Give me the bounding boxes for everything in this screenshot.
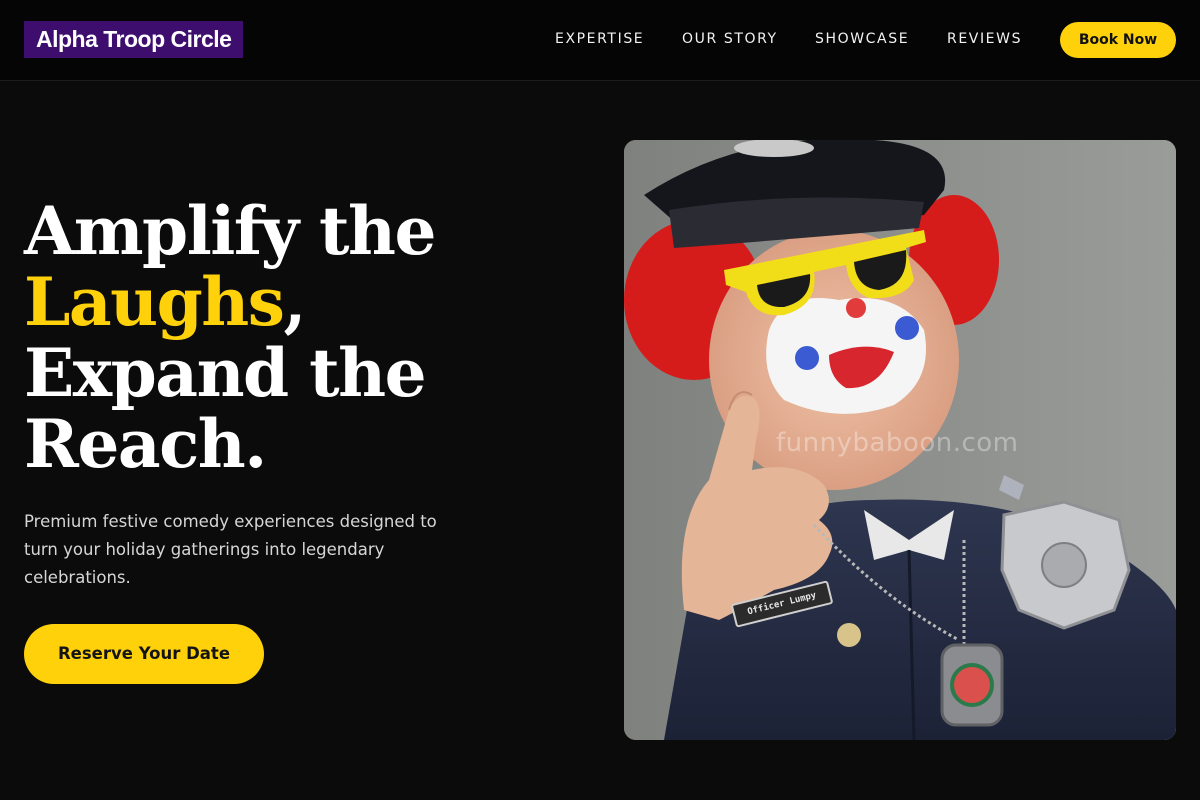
hero-title-line-4: Reach.: [24, 405, 267, 483]
book-now-button[interactable]: Book Now: [1060, 22, 1176, 58]
blue-cheek-dot: [795, 346, 819, 370]
hero-title-line-3: Expand the: [24, 334, 427, 412]
nav-link-reviews[interactable]: REVIEWS: [947, 30, 1022, 48]
nav-link-showcase[interactable]: SHOWCASE: [815, 30, 909, 48]
clown-nose: [846, 298, 866, 318]
nav-link-expertise[interactable]: EXPERTISE: [555, 30, 644, 48]
reserve-date-button[interactable]: Reserve Your Date: [24, 624, 264, 684]
hero-subtitle: Premium festive comedy experiences desig…: [24, 512, 437, 587]
brand-logo[interactable]: Alpha Troop Circle: [24, 21, 244, 58]
hero-photo: funnybaboon.com Officer Lumpy: [624, 140, 1176, 740]
uniform-pin: [837, 623, 861, 647]
photo-watermark: funnybaboon.com: [776, 428, 1019, 458]
hero-title-comma: ,: [283, 263, 306, 341]
top-navigation-bar: Alpha Troop Circle EXPERTISE OUR STORY S…: [0, 0, 1200, 81]
hero-title: Amplify the Laughs, Expand the Reach.: [24, 196, 584, 480]
blue-cheek-dot: [895, 316, 919, 340]
hero-title-accent: Laughs: [24, 263, 285, 341]
nav-link-our-story[interactable]: OUR STORY: [682, 30, 778, 48]
hero-title-line-1: Amplify the: [24, 192, 437, 270]
